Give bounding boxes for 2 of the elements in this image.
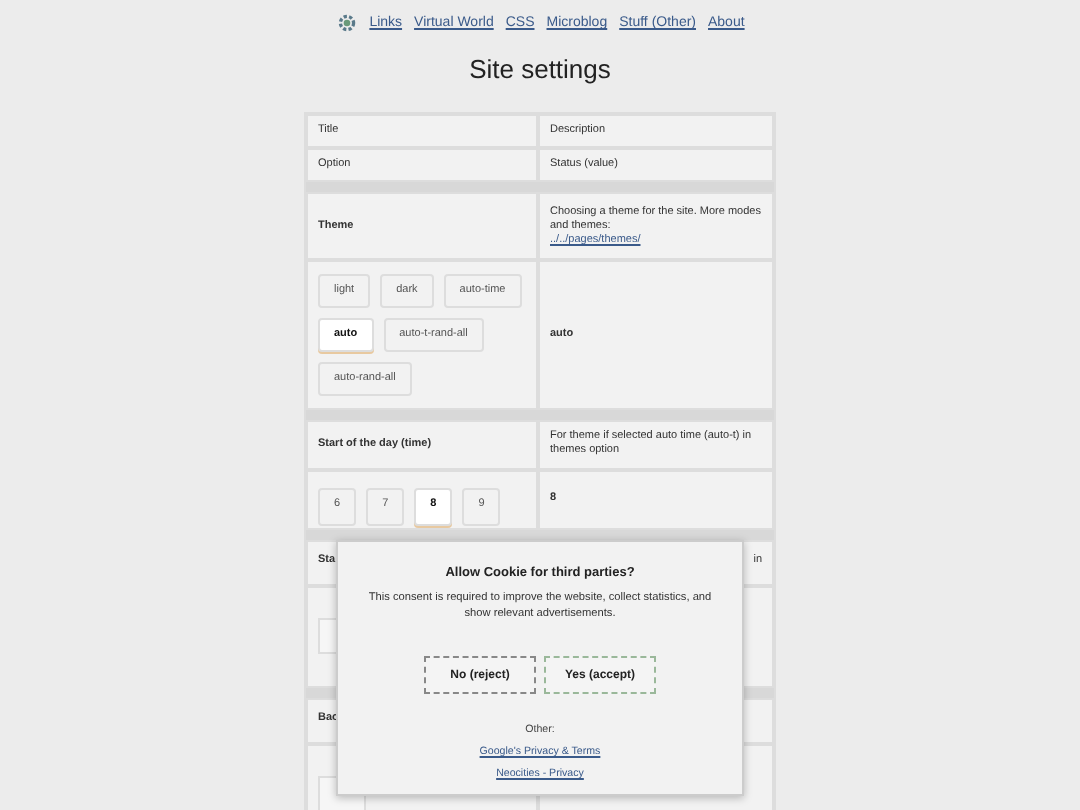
page-title: Site settings [469, 54, 611, 84]
gear-icon [335, 12, 358, 34]
